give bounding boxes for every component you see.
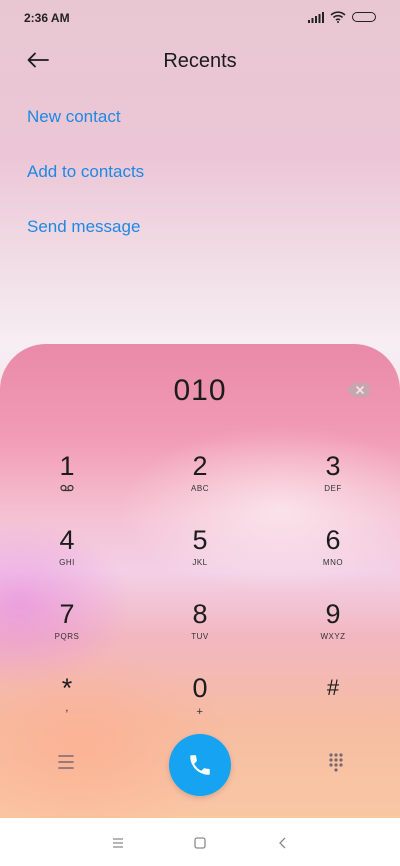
wifi-icon: [330, 11, 346, 23]
key-digit: 3: [325, 451, 341, 481]
key-letters: ABC: [191, 484, 209, 493]
key-letters: DEF: [324, 484, 342, 493]
key-letters: TUV: [191, 632, 209, 641]
key-digit: 5: [192, 525, 208, 555]
key-digit: 8: [192, 599, 208, 629]
keypad-toggle-button[interactable]: [322, 750, 350, 774]
back-chevron-icon: [279, 837, 286, 849]
key-4[interactable]: 4 GHI: [22, 524, 112, 590]
call-button[interactable]: [169, 734, 231, 796]
status-icons: [308, 11, 376, 23]
dialpad-panel: 010 1 2 ABC 3 DEF 4 GHI 5 JKL 6 MNO 7 PQ…: [0, 344, 400, 818]
key-digit: 2: [192, 451, 208, 481]
home-square-icon: [194, 837, 206, 849]
key-5[interactable]: 5 JKL: [155, 524, 245, 590]
hamburger-menu-icon: [58, 755, 74, 769]
key-hash[interactable]: #: [288, 672, 378, 738]
key-1[interactable]: 1: [22, 450, 112, 516]
key-letters: PQRS: [54, 632, 80, 641]
dialpad-menu-button[interactable]: [52, 750, 80, 774]
battery-icon: [352, 12, 376, 22]
add-to-contacts-link[interactable]: Add to contacts: [27, 157, 144, 212]
key-digit: 4: [59, 525, 75, 555]
key-digit: 6: [325, 525, 341, 555]
key-letters: GHI: [59, 558, 75, 567]
status-bar: 2:36 AM: [0, 0, 400, 36]
key-star[interactable]: * ,: [22, 672, 112, 738]
voicemail-icon: [22, 484, 112, 494]
key-8[interactable]: 8 TUV: [155, 598, 245, 664]
key-letters: MNO: [322, 558, 344, 567]
key-digit: 7: [59, 599, 75, 629]
page-title: Recents: [163, 50, 237, 72]
key-2[interactable]: 2 ABC: [155, 450, 245, 516]
backspace-icon: [346, 383, 370, 397]
key-letters: WXYZ: [320, 632, 346, 641]
key-letters: +: [196, 706, 204, 718]
key-digit: 9: [325, 599, 341, 629]
recents-nav-button[interactable]: [109, 834, 127, 852]
key-letters: JKL: [192, 558, 208, 567]
signal-icon: [308, 11, 324, 23]
key-0[interactable]: 0 +: [155, 672, 245, 738]
key-3[interactable]: 3 DEF: [288, 450, 378, 516]
dialed-number: 010: [173, 374, 227, 407]
backspace-button[interactable]: [346, 382, 370, 398]
header: Recents: [0, 40, 400, 80]
key-digit: 0: [192, 673, 208, 703]
recents-menu-icon: [113, 838, 123, 848]
key-digit: 1: [59, 451, 75, 481]
system-nav-bar: [0, 818, 400, 866]
status-time: 2:36 AM: [24, 11, 70, 25]
back-nav-button[interactable]: [274, 834, 292, 852]
key-digit: #: [326, 675, 340, 700]
key-9[interactable]: 9 WXYZ: [288, 598, 378, 664]
key-7[interactable]: 7 PQRS: [22, 598, 112, 664]
key-6[interactable]: 6 MNO: [288, 524, 378, 590]
new-contact-link[interactable]: New contact: [27, 102, 144, 157]
home-nav-button[interactable]: [191, 834, 209, 852]
phone-icon: [190, 755, 210, 775]
action-list: New contact Add to contacts Send message: [27, 102, 144, 267]
key-letters: ,: [65, 700, 69, 714]
send-message-link[interactable]: Send message: [27, 212, 144, 267]
keypad-grid-icon: [329, 753, 343, 772]
